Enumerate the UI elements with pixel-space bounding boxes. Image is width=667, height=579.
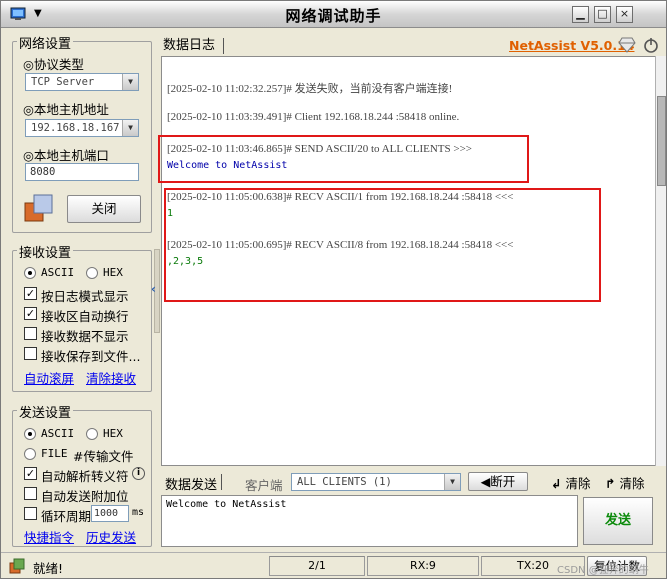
collapse-arrow-icon[interactable]: ‹ (151, 282, 156, 296)
tab-divider (223, 37, 225, 54)
receive-settings-label: 接收设置 (17, 242, 74, 261)
send-settings-label: 发送设置 (17, 402, 74, 421)
network-settings-label: 网络设置 (17, 33, 74, 52)
title-bar: ▼ 网络调试助手 ▁ □ × (1, 1, 666, 28)
power-icon[interactable] (642, 36, 660, 54)
status-bar: 就绪! 2/1 RX:9 TX:20 复位计数 CSDN @狂奔的蜗牛 (1, 552, 666, 578)
send-ascii-radio[interactable] (24, 428, 36, 440)
client-label: 客户端 (245, 478, 283, 493)
clear-all-button[interactable]: ↱ 清除 (605, 473, 644, 492)
send-content: Welcome to NetAssist (166, 499, 287, 510)
auto-escape-checkbox[interactable]: ✓ (24, 467, 37, 480)
port-label: ◎本地主机端口 (23, 148, 109, 163)
clear-up-icon: ↱ (605, 476, 616, 491)
log-tab-label: 数据日志 (163, 38, 216, 53)
append-checkbox[interactable] (24, 487, 37, 500)
protocol-label: ◎协议类型 (23, 57, 84, 72)
brand-link[interactable]: NetAssist V5.0.14 (509, 38, 634, 53)
app-window: ▼ 网络调试助手 ▁ □ × 网络设置 ◎协议类型 TCP Server ▼ ◎… (0, 0, 667, 579)
send-toolbar: 数据发送 客户端 ALL CLIENTS (1) ▼ ◀断开 ↲ 清除 ↱ 清除 (161, 471, 658, 493)
highlight-send-box (158, 135, 529, 183)
watermark: CSDN @狂奔的蜗牛 (557, 565, 649, 576)
hide-data-label: 接收数据不显示 (41, 329, 129, 344)
clear-all-label: 清除 (619, 476, 645, 491)
save-file-label: 接收保存到文件... (41, 349, 141, 364)
info-icon[interactable]: i (132, 467, 145, 480)
append-label: 自动发送附加位 (41, 489, 129, 504)
send-hex-label: HEX (103, 427, 123, 440)
protocol-value: TCP Server (31, 76, 95, 88)
client-select[interactable]: ALL CLIENTS (1) ▼ (291, 473, 461, 491)
send-file-radio[interactable] (24, 448, 36, 460)
send-ascii-label: ASCII (41, 427, 75, 440)
close-window-button[interactable]: × (616, 6, 633, 23)
scrollbar-thumb[interactable] (657, 96, 666, 186)
receive-settings-group: 接收设置 ASCII HEX ✓ 按日志模式显示 ✓ 接收区自动换行 接收数据不… (12, 242, 152, 392)
recv-hex-label: HEX (103, 266, 123, 279)
disconnect-button[interactable]: ◀断开 (468, 472, 528, 491)
port-input[interactable]: 8080 (25, 163, 139, 181)
loop-label: 循环周期 (41, 509, 92, 524)
auto-scroll-link[interactable]: 自动滚屏 (24, 368, 74, 387)
clear-arrow-icon: ↲ (551, 476, 562, 491)
recv-ascii-radio[interactable] (24, 267, 36, 279)
host-value: 192.168.18.167 (31, 122, 120, 134)
rx-counter: RX:9 (367, 556, 479, 576)
recv-ascii-label: ASCII (41, 266, 75, 279)
shortcut-link[interactable]: 快捷指令 (24, 527, 74, 546)
window-title: 网络调试助手 (285, 7, 382, 25)
hide-data-checkbox[interactable] (24, 327, 37, 340)
host-select[interactable]: 192.168.18.167 ▼ (25, 119, 139, 137)
log-entry-header: [2025-02-10 11:02:32.257]# 发送失败，当前没有客户端连… (167, 83, 453, 95)
diamond-icon[interactable] (618, 37, 636, 53)
minimize-button[interactable]: ▁ (572, 6, 589, 23)
send-settings-group: 发送设置 ASCII HEX FILE #传输文件 ✓ 自动解析转义符 i 自动… (12, 402, 152, 547)
log-entry-header: [2025-02-10 11:03:39.491]# Client 192.16… (167, 111, 460, 123)
send-textarea[interactable]: Welcome to NetAssist (161, 495, 578, 547)
chevron-down-icon[interactable]: ▼ (122, 120, 138, 136)
loop-period-input[interactable]: 1000 (91, 505, 129, 522)
log-scrollbar[interactable] (655, 56, 666, 466)
maximize-button[interactable]: □ (594, 6, 611, 23)
send-file-label: FILE (41, 447, 68, 460)
log-mode-label: 按日志模式显示 (41, 289, 129, 304)
host-label: ◎本地主机地址 (23, 102, 109, 117)
history-link[interactable]: 历史发送 (86, 527, 136, 546)
auto-wrap-label: 接收区自动换行 (41, 309, 129, 324)
clear-send-label: 清除 (565, 476, 591, 491)
highlight-recv-box (164, 188, 601, 302)
arrow-left-icon: ◀ (480, 474, 491, 489)
chevron-down-icon[interactable]: ▼ (444, 474, 460, 490)
auto-wrap-checkbox[interactable]: ✓ (24, 307, 37, 320)
status-icon (9, 558, 25, 574)
disconnect-label: 断开 (490, 474, 516, 489)
auto-escape-label: 自动解析转义符 (41, 469, 129, 484)
status-text: 就绪! (33, 561, 64, 576)
file-transfer-label[interactable]: #传输文件 (73, 446, 133, 465)
clear-send-button[interactable]: ↲ 清除 (551, 473, 590, 492)
chevron-down-icon[interactable]: ▼ (122, 74, 138, 90)
recv-hex-radio[interactable] (86, 267, 98, 279)
close-connection-button[interactable]: 关闭 (67, 195, 141, 223)
connection-status-icon (24, 194, 53, 222)
send-button[interactable]: 发送 (583, 497, 653, 545)
tab-divider (221, 474, 222, 490)
send-hex-radio[interactable] (86, 428, 98, 440)
clear-receive-link[interactable]: 清除接收 (86, 368, 136, 387)
client-value: ALL CLIENTS (1) (297, 476, 392, 488)
loop-checkbox[interactable] (24, 507, 37, 520)
loop-unit-label: ms (132, 507, 145, 518)
log-mode-checkbox[interactable]: ✓ (24, 287, 37, 300)
page-counter: 2/1 (269, 556, 365, 576)
save-file-checkbox[interactable] (24, 347, 37, 360)
network-settings-group: 网络设置 ◎协议类型 TCP Server ▼ ◎本地主机地址 192.168.… (12, 33, 152, 233)
log-tab[interactable]: 数据日志 (163, 34, 225, 54)
send-tab[interactable]: 数据发送 (165, 474, 217, 493)
protocol-select[interactable]: TCP Server ▼ (25, 73, 139, 91)
